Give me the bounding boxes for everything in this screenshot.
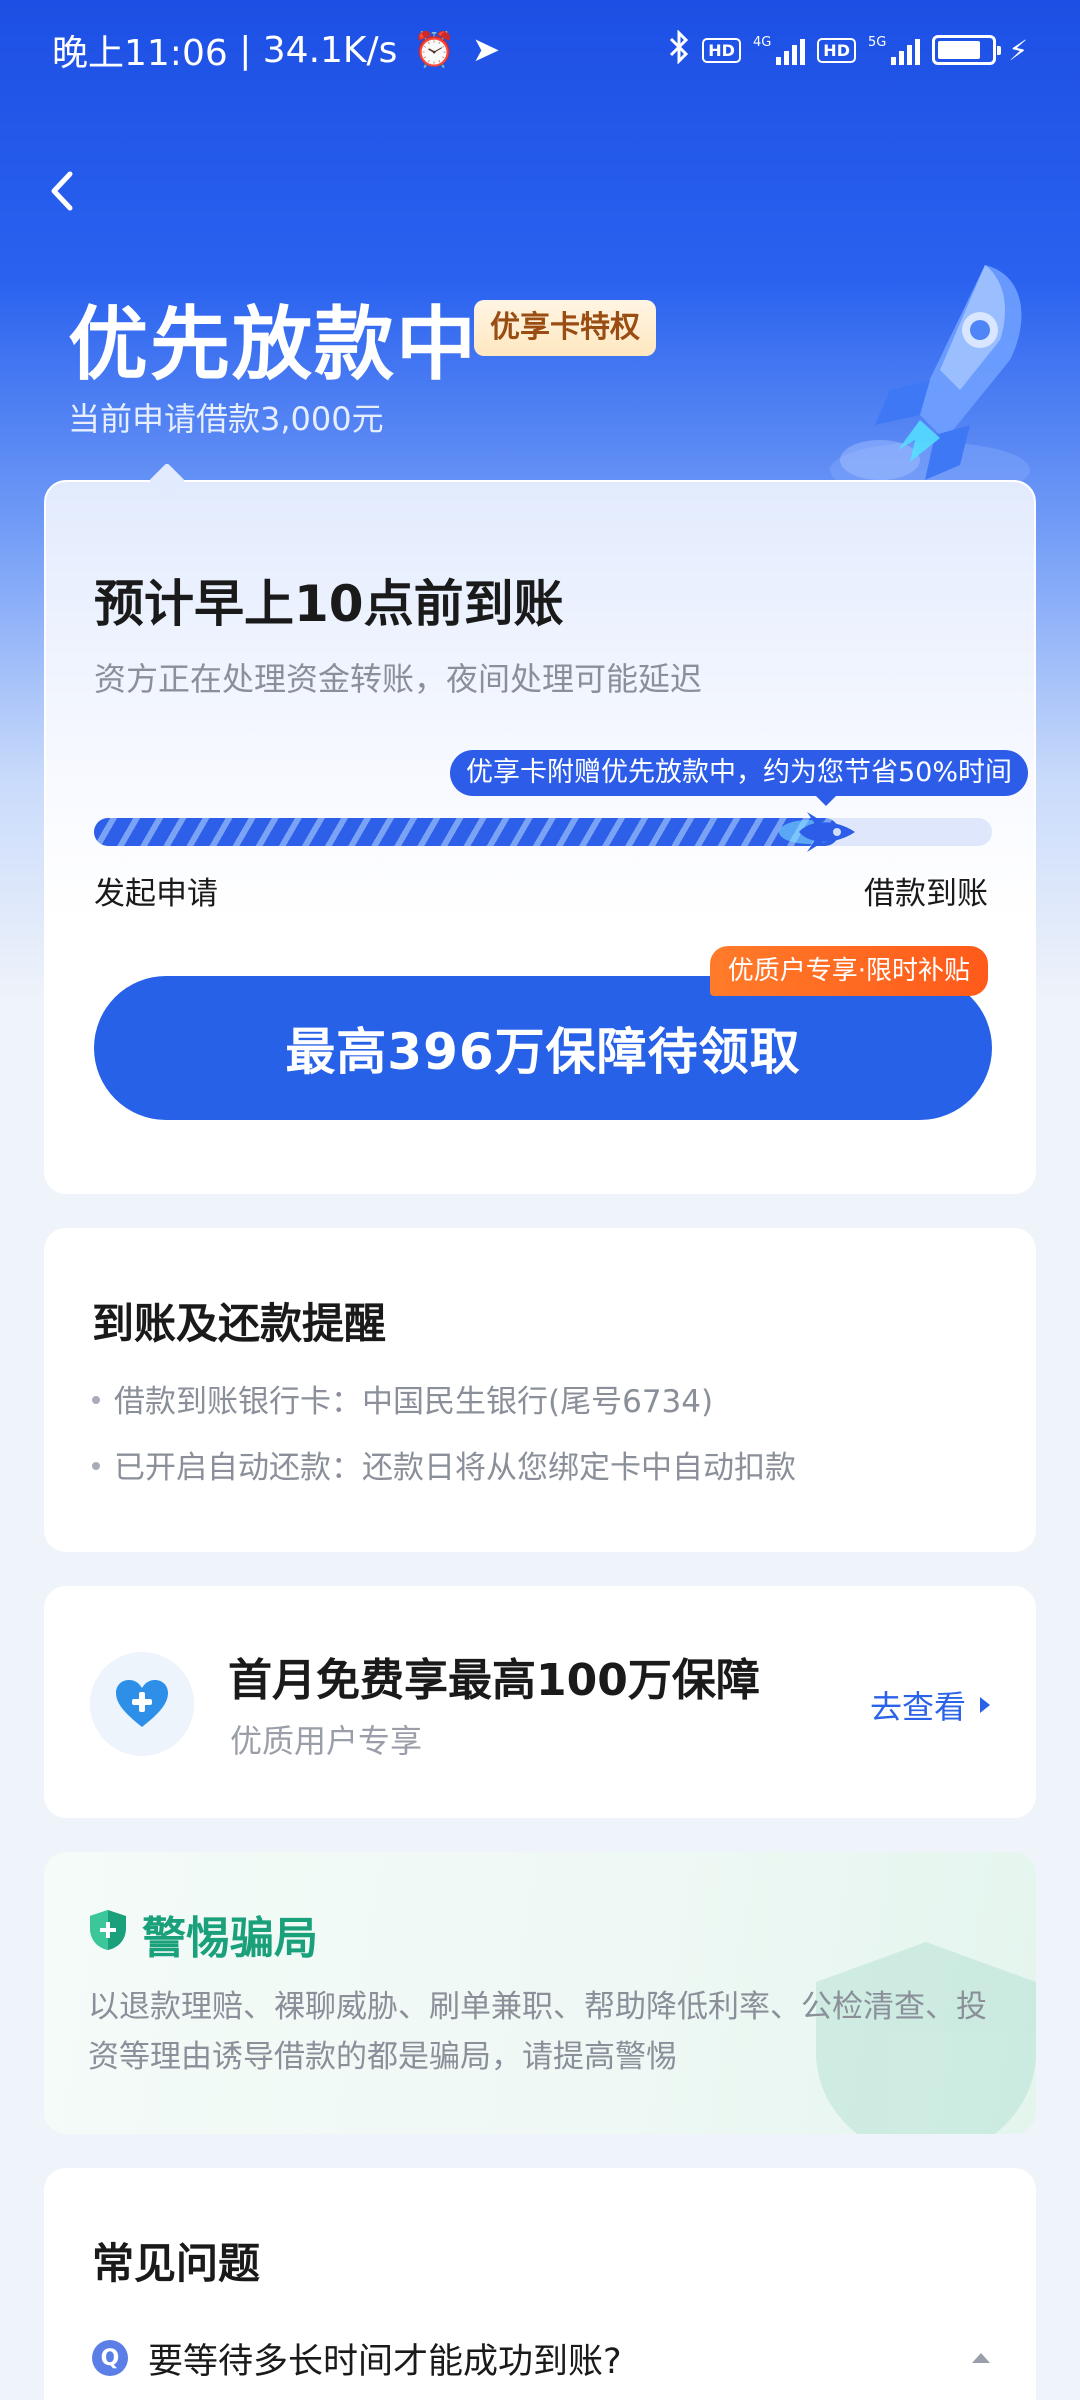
signal-bar [899, 51, 905, 65]
heart-plus-icon [90, 1652, 194, 1756]
shield-icon [90, 1910, 126, 1950]
insurance-title: 首月免费享最高100万保障 [228, 1655, 760, 1706]
rocket-icon [820, 250, 1040, 500]
network-type-label: 5G [867, 35, 887, 50]
hd-badge: HD [817, 37, 856, 63]
signal-bar [792, 45, 798, 65]
reminder-auto-repay: 已开启自动还款：还款日将从您绑定卡中自动扣款 [114, 1450, 796, 1486]
q-badge: Q [92, 2340, 128, 2376]
fraud-warning-title: 警惕骗局 [142, 1913, 318, 1964]
loan-amount-subtitle: 当前申请借款3,000元 [68, 400, 384, 438]
status-left: 晚上11:06 | 34.1K/s ⏰ ➤ [52, 24, 500, 76]
view-insurance-label: 去查看 [869, 1688, 966, 1726]
fraud-warning-card: 警惕骗局 以退款理赔、裸聊威胁、刷单兼职、帮助降低利率、公检清查、投资等理由诱导… [44, 1852, 1036, 2134]
signal-bar [784, 51, 790, 65]
signal-bar [907, 45, 913, 65]
limited-subsidy-tag: 优质户专享·限时补贴 [709, 946, 988, 996]
alarm-icon: ⏰ [413, 30, 456, 70]
insurance-offer-card[interactable]: 首月免费享最高100万保障 优质用户专享 去查看 [44, 1586, 1036, 1818]
view-insurance-link[interactable]: 去查看 [870, 1682, 990, 1728]
triangle-right-icon [980, 1697, 990, 1713]
progress-rocket-icon [779, 804, 859, 860]
signal-bar [800, 39, 806, 65]
status-bar: 晚上11:06 | 34.1K/s ⏰ ➤ HD 4G HD 5G ⚡ [0, 0, 1080, 100]
bullet-dot [92, 1395, 100, 1404]
faq-question-text: 要等待多长时间才能成功到账? [148, 2341, 622, 2382]
bullet-dot [92, 1461, 100, 1470]
status-separator: | [227, 29, 263, 71]
faq-question-row[interactable]: Q 要等待多长时间才能成功到账? [92, 2330, 990, 2386]
bluetooth-icon [668, 29, 690, 70]
reminder-card: 到账及还款提醒 借款到账银行卡：中国民生银行(尾号6734) 已开启自动还款：还… [44, 1228, 1036, 1552]
status-time: 晚上11:06 [52, 33, 228, 74]
faq-card: 常见问题 Q 要等待多长时间才能成功到账? [44, 2168, 1036, 2400]
eta-title: 预计早上10点前到账 [94, 575, 564, 633]
battery-level [938, 41, 980, 59]
location-arrow-icon: ➤ [471, 30, 501, 70]
reminder-item: 已开启自动还款：还款日将从您绑定卡中自动扣款 [92, 1442, 796, 1487]
step-start-label: 发起申请 [94, 876, 218, 912]
status-speed: 34.1K/s [262, 29, 398, 71]
privilege-badge: 优享卡特权 [474, 300, 656, 356]
faq-title: 常见问题 [92, 2239, 261, 2288]
network-type-label: 4G [752, 35, 772, 50]
fraud-warning-text: 以退款理赔、裸聊威胁、刷单兼职、帮助降低利率、公检清查、投资等理由诱导借款的都是… [88, 1989, 987, 2075]
eta-subtitle: 资方正在处理资金转账，夜间处理可能延迟 [94, 660, 703, 698]
charging-icon: ⚡ [1008, 33, 1028, 67]
step-end-label: 借款到账 [864, 876, 988, 912]
signal-bar [776, 57, 782, 65]
status-right: HD 4G HD 5G ⚡ [668, 29, 1028, 70]
reminder-item: 借款到账银行卡：中国民生银行(尾号6734) [92, 1376, 713, 1421]
progress-track [94, 812, 992, 852]
priority-tooltip: 优享卡附赠优先放款中，约为您节省50%时间 [450, 750, 1029, 806]
back-arrow-icon[interactable] [42, 166, 82, 216]
signal-icon-4g: 4G [752, 35, 806, 65]
signal-icon-5g: 5G [867, 35, 921, 65]
claim-coverage-button[interactable]: 最高396万保障待领取 [94, 976, 992, 1120]
caret-up-icon [972, 2353, 990, 2363]
insurance-subtitle: 优质用户专享 [230, 1722, 423, 1760]
signal-bar [915, 39, 921, 65]
page-title: 优先放款中 [68, 298, 478, 391]
reminder-title: 到账及还款提醒 [92, 1299, 387, 1348]
hd-badge: HD [702, 37, 741, 63]
battery-icon [932, 35, 1002, 65]
loan-progress-card: 预计早上10点前到账 资方正在处理资金转账，夜间处理可能延迟 优享卡附赠优先放款… [44, 462, 1036, 1194]
signal-bar [891, 57, 897, 65]
progress-fill [94, 818, 840, 846]
reminder-bank-card: 借款到账银行卡：中国民生银行(尾号6734) [114, 1384, 714, 1420]
